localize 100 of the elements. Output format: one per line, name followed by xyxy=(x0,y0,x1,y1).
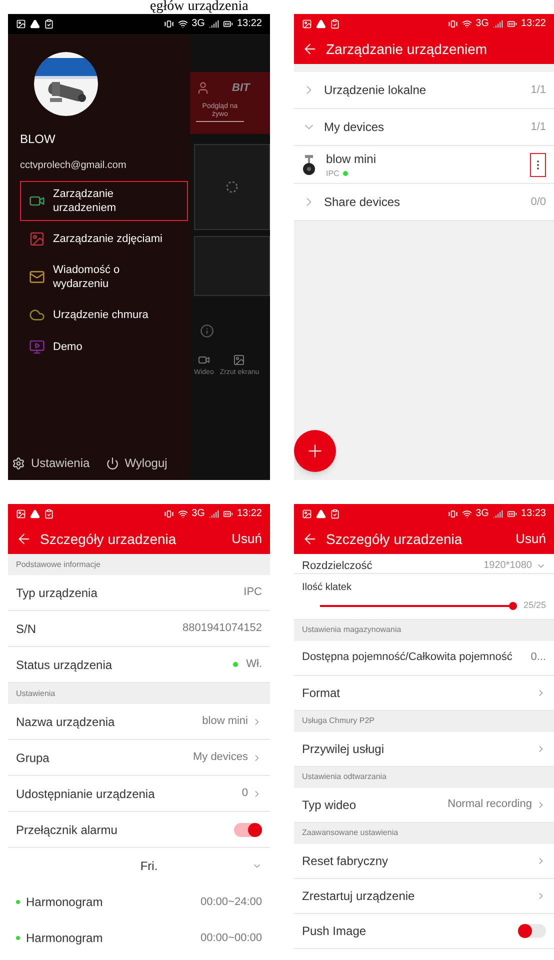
signal-icon xyxy=(208,19,219,29)
battery-icon xyxy=(506,509,517,519)
wifi-icon xyxy=(178,509,188,519)
schedule-label: Harmonogram xyxy=(26,894,104,911)
picture-notification-icon xyxy=(16,19,26,29)
row-label: Dostępna pojemność/Całkowita pojemność xyxy=(302,650,514,666)
schedule-time: 00:00~00:00 xyxy=(200,930,262,946)
vibrate-icon xyxy=(448,509,458,519)
row-label: Zrestartuj urządzenie xyxy=(302,888,416,904)
row-value: Wł. xyxy=(246,657,262,672)
vibrate-icon xyxy=(448,19,458,29)
vibrate-icon xyxy=(164,509,174,519)
network-type: 3G xyxy=(476,509,489,519)
row-value: 0... xyxy=(530,650,546,666)
screen-title: Szczegóły urzadzenia xyxy=(40,530,178,549)
schedule-label: Harmonogram xyxy=(26,930,104,947)
menu-item[interactable]: Urządzenie chmura xyxy=(20,301,188,329)
row-label: Grupa xyxy=(16,750,50,766)
vibrate-icon xyxy=(164,19,174,29)
bullet-icon xyxy=(16,936,20,940)
row-value: My devices xyxy=(192,750,248,766)
info-icon xyxy=(200,324,214,338)
slider-thumb[interactable] xyxy=(509,602,518,610)
settings-icon xyxy=(12,456,25,470)
user-email: cctvprolech@gmail.com xyxy=(20,159,128,173)
picture-notification-icon xyxy=(302,19,312,29)
picture-notification-icon xyxy=(16,509,26,519)
back-button[interactable] xyxy=(302,531,318,547)
row-label: Udostępnianie urządzenia xyxy=(16,786,156,802)
wifi-icon xyxy=(178,19,188,29)
row-label: Ilość klatek xyxy=(302,581,352,595)
signal-icon xyxy=(492,19,503,29)
wifi-icon xyxy=(462,509,472,519)
drive-notification-icon xyxy=(30,509,40,519)
drive-notification-icon xyxy=(30,19,40,29)
device-count: 1/1 xyxy=(530,120,546,135)
row-label: Status urządzenia xyxy=(16,656,114,674)
group-row[interactable]: Share devices 0/0 xyxy=(294,184,554,220)
row-label: Typ wideo xyxy=(302,796,358,814)
section-header: Ustawienia magazynowania xyxy=(294,620,554,640)
bullet-icon xyxy=(16,900,20,904)
row-label: Przełącznik alarmu xyxy=(16,822,118,838)
menu-item[interactable]: Zarządzanie urzadzeniem xyxy=(20,181,188,221)
row-label: Reset fabryczny xyxy=(302,852,390,870)
row-label: Format xyxy=(302,684,342,702)
toggle-switch[interactable] xyxy=(234,822,262,836)
camera-icon xyxy=(302,154,316,176)
video-icon xyxy=(198,354,210,366)
image-icon xyxy=(233,354,246,366)
row-label: Rozdzielczość xyxy=(302,559,374,573)
clock: 13:22 xyxy=(520,19,546,29)
group-row[interactable]: Urządzenie lokalne 1/1 xyxy=(294,72,554,108)
signal-icon xyxy=(208,509,219,519)
row-value: 1920*1080 xyxy=(484,559,532,573)
more-button[interactable] xyxy=(530,152,546,176)
signal-icon xyxy=(492,509,503,519)
day-dropdown[interactable]: Fri. xyxy=(8,848,270,884)
section-header: Usługa Chmury P2P xyxy=(294,710,554,732)
back-button[interactable] xyxy=(302,41,318,57)
clipboard-notification-icon xyxy=(330,509,340,519)
group-row[interactable]: My devices 1/1 xyxy=(294,109,554,145)
wifi-icon xyxy=(462,19,472,29)
row-value: IPC xyxy=(244,585,262,600)
section-header: Ustawienia odtwarzania xyxy=(294,766,554,788)
device-count: 1/1 xyxy=(530,82,546,98)
battery-icon xyxy=(506,19,517,29)
section-header: Ustawienia xyxy=(8,683,270,704)
clipboard-notification-icon xyxy=(330,19,340,29)
delete-button[interactable]: Usuń xyxy=(516,529,546,549)
slider-reading: 25/25 xyxy=(523,599,546,612)
clock: 13:23 xyxy=(520,509,546,519)
settings-button[interactable]: Ustawienia xyxy=(12,454,90,472)
battery-icon xyxy=(222,19,233,29)
menu-item[interactable]: Wiadomość o wydarzeniu xyxy=(20,257,188,297)
toggle-switch[interactable] xyxy=(518,924,546,938)
network-type: 3G xyxy=(476,19,489,29)
user-name: BLOW xyxy=(20,131,56,148)
menu-item[interactable]: Demo xyxy=(20,333,188,361)
section-header: Podstawowe informacje xyxy=(8,554,270,575)
row-value: blow mini xyxy=(202,714,248,730)
device-name: blow mini xyxy=(326,150,378,168)
row-value: Normal recording xyxy=(448,797,532,812)
network-type: 3G xyxy=(192,19,205,29)
clock: 13:22 xyxy=(236,509,262,519)
brand-logo: BIT xyxy=(232,81,250,96)
user-icon xyxy=(196,81,210,96)
battery-icon xyxy=(222,509,233,519)
logout-button[interactable]: Wyloguj xyxy=(106,454,168,472)
screen-title: Zarządzanie urządzeniem xyxy=(326,40,488,59)
back-button[interactable] xyxy=(16,531,32,547)
menu-item[interactable]: Zarządzanie zdjęciami xyxy=(20,225,188,253)
document-heading: ęgłów urządzenia xyxy=(150,0,248,14)
row-label: Przywilej usługi xyxy=(302,740,386,758)
drive-notification-icon xyxy=(316,19,326,29)
add-button[interactable] xyxy=(294,430,336,472)
delete-button[interactable]: Usuń xyxy=(232,529,262,549)
screen-title: Szczegóły urzadzenia xyxy=(326,530,464,549)
loading-spinner-icon xyxy=(226,181,238,193)
drive-notification-icon xyxy=(316,509,326,519)
row-label: Push Image xyxy=(302,922,368,940)
